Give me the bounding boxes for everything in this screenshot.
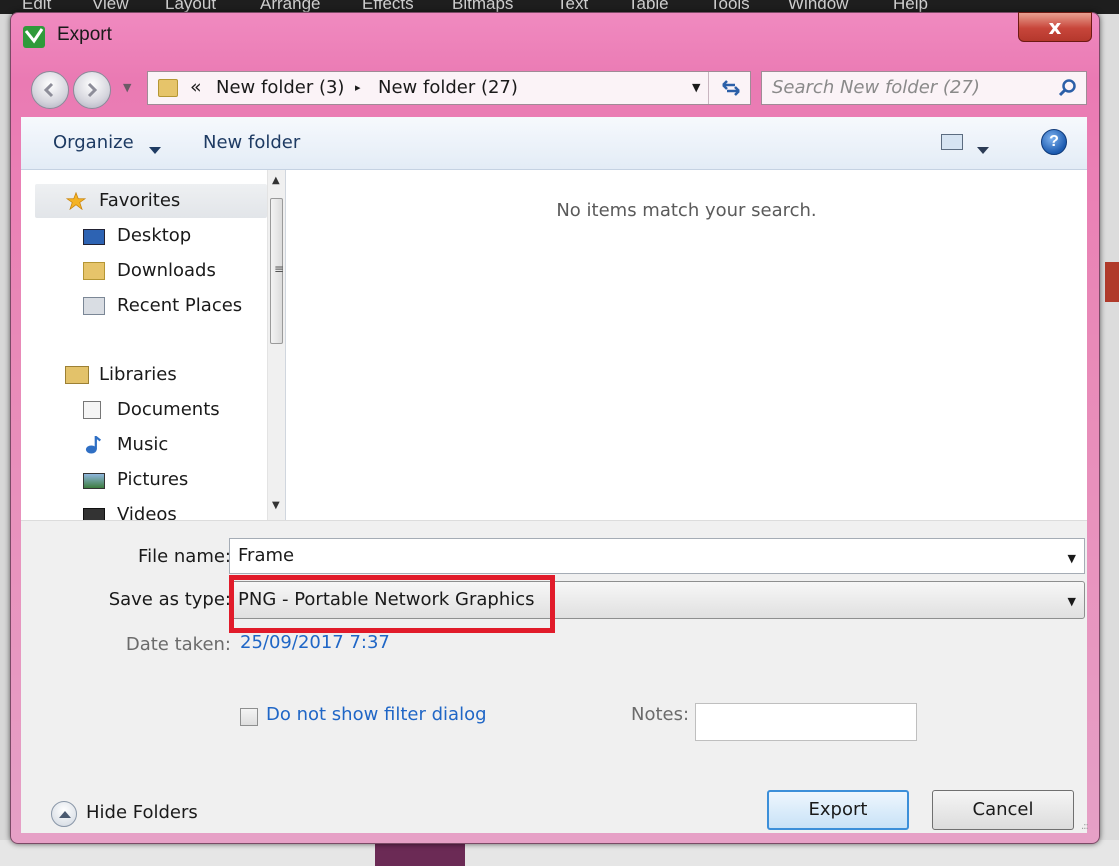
view-options-chevron-down-icon[interactable] [977, 139, 989, 160]
overflow-chevron[interactable]: « [190, 76, 202, 98]
background-artwork-bottom [375, 842, 465, 866]
address-bar[interactable]: « New folder (3) ▸ New folder (27) ▼ [147, 71, 751, 105]
breadcrumb-new-folder-27[interactable]: New folder (27) [378, 77, 518, 98]
date-taken-label: Date taken: [125, 634, 231, 655]
organize-chevron-down-icon[interactable] [149, 139, 161, 160]
background-ruler-right [1097, 14, 1119, 866]
change-view-icon[interactable] [941, 134, 963, 150]
music-icon [85, 436, 102, 454]
desktop-icon [83, 229, 105, 245]
documents-icon [83, 401, 101, 419]
export-dialog: Export x ▼ « New folder (3) ▸ New folder… [10, 12, 1100, 844]
star-icon [65, 192, 87, 210]
videos-icon [83, 508, 105, 520]
refresh-icon [722, 80, 740, 96]
scrollbar-thumb[interactable]: ≡ [270, 198, 285, 344]
nav-favorites-label: Favorites [99, 190, 181, 211]
hide-folders-label: Hide Folders [86, 802, 198, 823]
save-as-type-label: Save as type: [108, 589, 231, 610]
nav-music-label: Music [117, 434, 169, 455]
recent-locations-chevron-icon[interactable]: ▼ [123, 81, 131, 94]
nav-documents-label: Documents [117, 399, 220, 420]
scroll-grip-icon: ≡ [274, 262, 285, 276]
nav-videos-label: Videos [117, 504, 177, 520]
close-button[interactable]: x [1018, 12, 1092, 42]
recent-places-icon [83, 297, 105, 315]
folder-icon [158, 79, 178, 97]
libraries-icon [65, 366, 89, 384]
breadcrumb-new-folder-3[interactable]: New folder (3) [216, 77, 344, 98]
navigation-pane: Favorites Desktop Downloads Recent Place… [21, 170, 286, 520]
nav-recent-places-label: Recent Places [117, 295, 243, 316]
forward-button[interactable] [73, 71, 111, 109]
save-as-type-select[interactable]: PNG - Portable Network Graphics ▼ [229, 581, 1085, 619]
breadcrumb-separator-icon[interactable]: ▸ [355, 81, 361, 94]
scroll-up-arrow-icon[interactable]: ▲ [272, 175, 280, 186]
background-artwork [1105, 262, 1119, 302]
dialog-title: Export [57, 24, 112, 45]
cancel-button[interactable]: Cancel [932, 790, 1074, 830]
nav-pictures-label: Pictures [117, 469, 189, 490]
filter-dialog-checkbox-label[interactable]: Do not show filter dialog [266, 704, 487, 725]
nav-desktop-label: Desktop [117, 225, 192, 246]
chevron-up-icon [51, 801, 77, 827]
notes-label: Notes: [631, 704, 690, 725]
address-dropdown-icon[interactable]: ▼ [692, 81, 700, 94]
new-folder-button[interactable]: New folder [203, 132, 300, 153]
save-as-type-value: PNG - Portable Network Graphics [238, 589, 535, 610]
resize-grip-icon[interactable]: .:: [1081, 821, 1089, 832]
save-as-type-dropdown-icon[interactable]: ▼ [1068, 595, 1076, 608]
notes-input[interactable] [695, 703, 917, 741]
help-icon[interactable]: ? [1041, 129, 1067, 155]
back-button[interactable] [31, 71, 69, 109]
nav-pane-scrollbar[interactable]: ▲ ≡ ▼ [267, 170, 285, 520]
save-options-area: File name: ▼ Save as type: PNG - Portabl… [21, 520, 1089, 833]
forward-arrow-icon [87, 82, 98, 98]
coreldraw-logo-icon [23, 26, 45, 48]
file-name-input[interactable] [238, 545, 1038, 566]
refresh-button[interactable] [708, 72, 752, 104]
command-toolbar: Organize New folder ? [21, 117, 1087, 170]
scroll-down-arrow-icon[interactable]: ▼ [272, 500, 280, 511]
search-input[interactable] [772, 77, 1042, 98]
export-button[interactable]: Export [767, 790, 909, 830]
file-name-label: File name: [138, 546, 231, 567]
search-box[interactable] [761, 71, 1087, 105]
file-list-pane[interactable]: No items match your search. [286, 170, 1087, 520]
downloads-folder-icon [83, 262, 105, 280]
nav-downloads-label: Downloads [117, 260, 216, 281]
empty-results-message: No items match your search. [556, 200, 817, 221]
back-arrow-icon [43, 82, 54, 98]
filter-dialog-checkbox[interactable] [240, 708, 258, 726]
file-name-dropdown-icon[interactable]: ▼ [1068, 552, 1076, 565]
nav-libraries-label: Libraries [99, 364, 177, 385]
organize-button[interactable]: Organize [53, 132, 134, 153]
file-name-combobox[interactable]: ▼ [229, 538, 1085, 574]
search-icon[interactable] [1058, 78, 1078, 98]
date-taken-value[interactable]: 25/09/2017 7:37 [240, 632, 390, 653]
pictures-icon [83, 473, 105, 489]
